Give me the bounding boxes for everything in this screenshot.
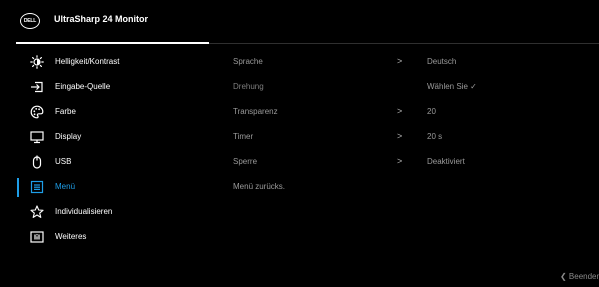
header: DELL UltraSharp 24 Monitor xyxy=(0,0,599,42)
setting-row-language[interactable]: Sprache > Deutsch xyxy=(0,50,599,75)
chevron-right-icon: > xyxy=(397,106,403,116)
monitor-title: UltraSharp 24 Monitor xyxy=(54,14,149,24)
star-icon xyxy=(30,205,44,219)
nav-label: Individualisieren xyxy=(55,207,113,216)
chevron-right-icon: > xyxy=(397,56,403,66)
setting-value: Wählen Sie ✓ xyxy=(427,82,477,91)
nav-item-others[interactable]: Weiteres xyxy=(0,225,210,250)
dell-logo: DELL xyxy=(20,13,40,29)
chevron-right-icon: > xyxy=(397,131,403,141)
setting-label: Timer xyxy=(233,132,254,141)
setting-value: 20 xyxy=(427,107,436,116)
setting-row-menu-reset[interactable]: Menü zurücks. xyxy=(0,175,599,200)
setting-row-timer[interactable]: Timer > 20 s xyxy=(0,125,599,150)
setting-label: Sperre xyxy=(233,157,258,166)
info-box-icon xyxy=(30,230,44,244)
setting-value: Deaktiviert xyxy=(427,157,465,166)
exit-button[interactable]: ❮ Beenden xyxy=(560,272,599,281)
header-underline xyxy=(16,42,209,44)
setting-label: Menü zurücks. xyxy=(233,182,286,191)
setting-value: Deutsch xyxy=(427,57,457,66)
chevron-right-icon: > xyxy=(397,156,403,166)
setting-row-lock[interactable]: Sperre > Deaktiviert xyxy=(0,150,599,175)
nav-label: Weiteres xyxy=(55,232,87,241)
setting-label: Sprache xyxy=(233,57,263,66)
setting-label: Drehung xyxy=(233,82,264,91)
setting-row-transparency[interactable]: Transparenz > 20 xyxy=(0,100,599,125)
nav-item-personalize[interactable]: Individualisieren xyxy=(0,200,210,225)
header-divider xyxy=(209,42,599,44)
setting-row-rotation[interactable]: Drehung Wählen Sie ✓ xyxy=(0,75,599,100)
setting-value: 20 s xyxy=(427,132,443,141)
setting-label: Transparenz xyxy=(233,107,278,116)
